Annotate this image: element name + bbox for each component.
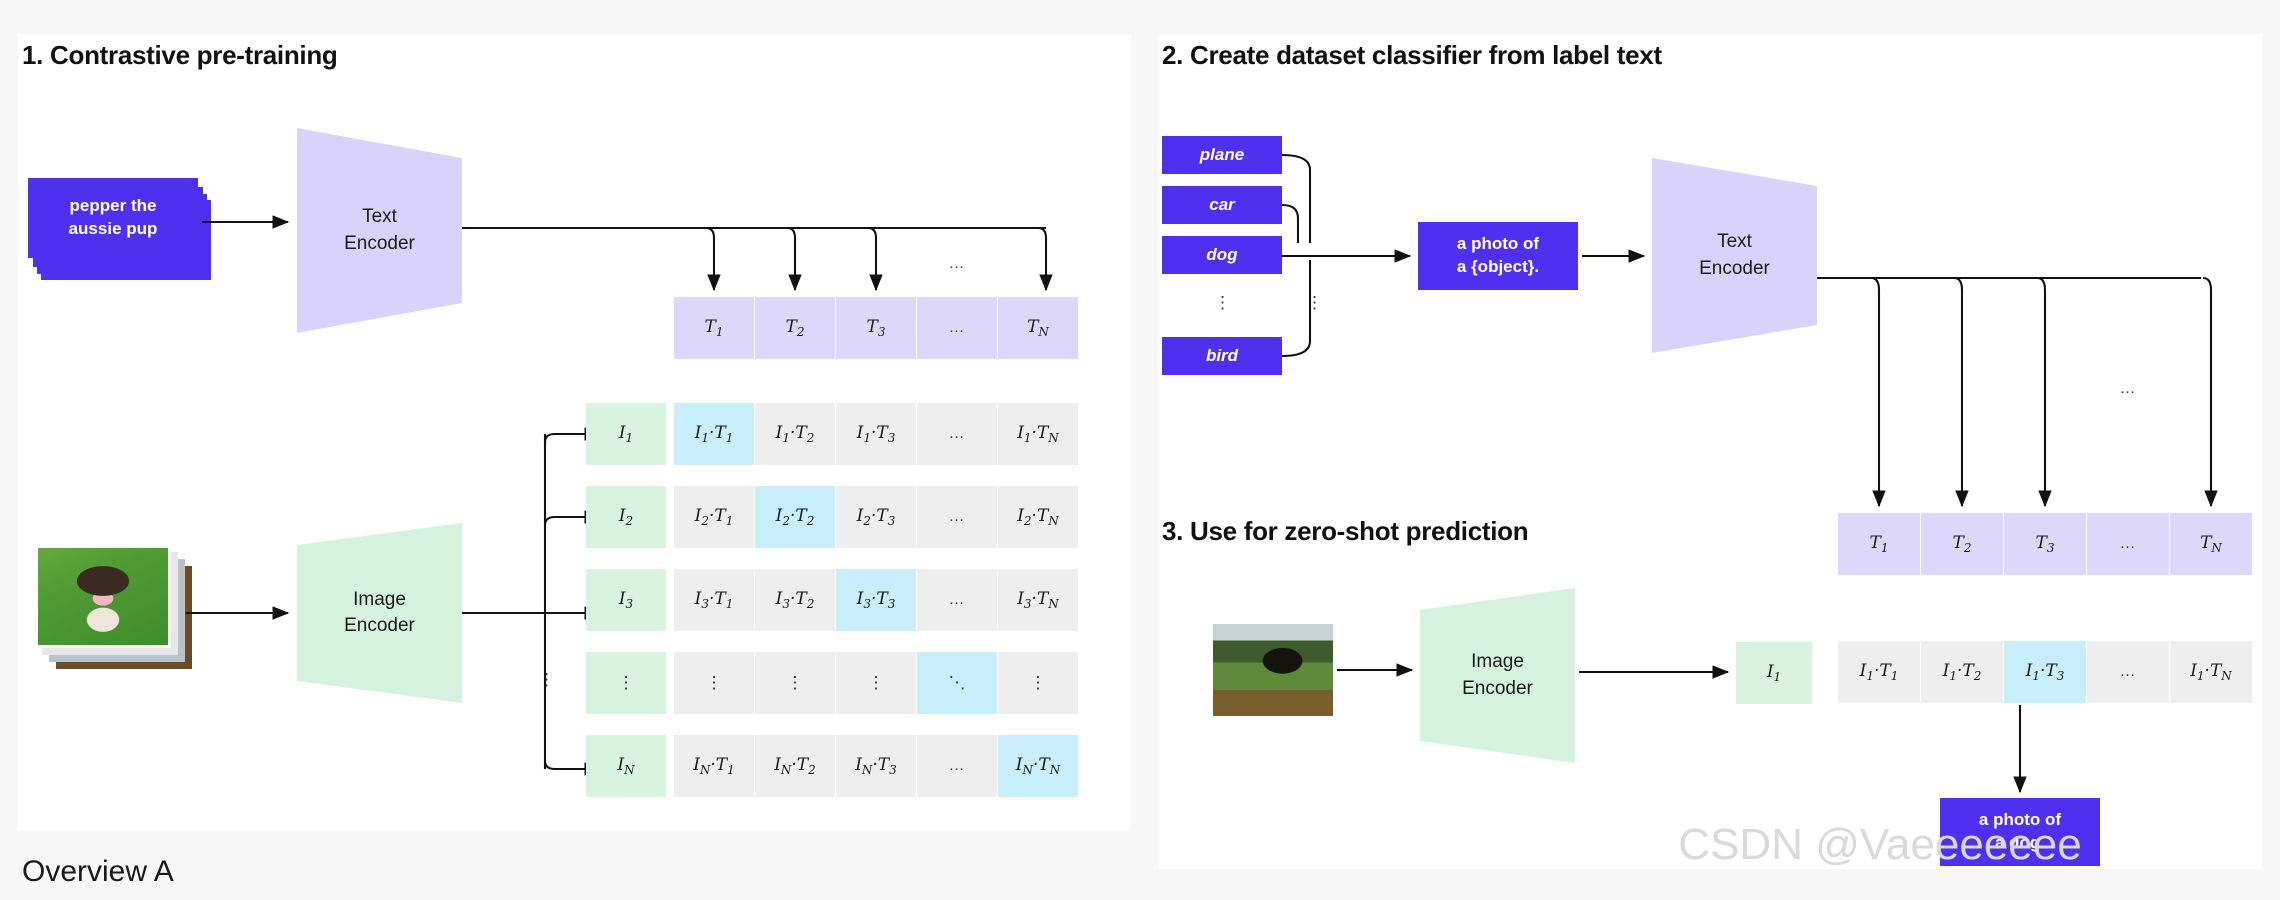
image-encoder-3-shape [1420, 588, 1575, 763]
t-row-top-dots: … [948, 255, 966, 272]
classifier-t-cell-2: T2 [1921, 513, 2003, 575]
matrix-cell-r5-c3: IN·T3 [836, 735, 916, 797]
classifier-t-cell-1: T1 [1838, 513, 1920, 575]
matrix-cell-r5-c4: … [917, 735, 997, 797]
score-cell-2: I1·T2 [1921, 641, 2003, 703]
matrix-cell-r5-c2: IN·T2 [755, 735, 835, 797]
label-chip-bird-text: bird [1205, 346, 1239, 365]
image-encoder-pretraining: Image Encoder [297, 523, 462, 703]
matrix-cell-r4-c5: ⋮ [998, 652, 1078, 714]
classifier-bus-dots: … [2119, 380, 2137, 397]
overview-label: Overview A [22, 855, 174, 888]
matrix-cell-r1-c4: … [917, 403, 997, 465]
matrix-cell-r1-c3: I1·T3 [836, 403, 916, 465]
t-cell-3: T3 [836, 297, 916, 359]
score-cell-3: I1·T3 [2004, 641, 2086, 703]
prompt-template-box: a photo of a {object}. [1418, 222, 1578, 290]
t-cell-dots: … [917, 297, 997, 359]
t-cell-2: T2 [755, 297, 835, 359]
caption-card-stack: pepper the aussie pup [28, 178, 213, 283]
label-list-vdots-right: ⋮ [1306, 293, 1323, 312]
matrix-cell-r3-c4: … [917, 569, 997, 631]
matrix-cell-r5-c1: IN·T1 [674, 735, 754, 797]
text-encoder-2-shape [1652, 158, 1817, 353]
score-cell-n: I1·TN [2170, 641, 2252, 703]
training-image-stack [35, 545, 195, 675]
label-chip-car-text: car [1209, 195, 1235, 214]
i-cell-3: I3 [586, 569, 666, 631]
caption-line-2: aussie pup [68, 219, 158, 238]
label-chip-dog-text: dog [1206, 245, 1238, 264]
label-chip-car[interactable]: car [1162, 186, 1282, 224]
matrix-cell-r3-c2: I3·T2 [755, 569, 835, 631]
matrix-cell-r4-c4: ⋱ [917, 652, 997, 714]
text-encoder-pretraining: Text Encoder [297, 128, 462, 333]
i-cell-1: I1 [586, 403, 666, 465]
caption-card-front: pepper the aussie pup [28, 178, 198, 258]
watermark: CSDN @Vaeeeeeee [1678, 820, 2082, 869]
classifier-t-cell-dots: … [2087, 513, 2169, 575]
matrix-cell-r2-c3: I2·T3 [836, 486, 916, 548]
t-cell-n: TN [998, 297, 1078, 359]
i-cell-2: I2 [586, 486, 666, 548]
label-list-vdots-left: ⋮ [1214, 293, 1231, 312]
image-encoder-prediction: Image Encoder [1420, 588, 1575, 763]
t-cell-1: T1 [674, 297, 754, 359]
matrix-cell-r3-c5: I3·TN [998, 569, 1078, 631]
classifier-t-cell-n: TN [2170, 513, 2252, 575]
text-encoder-classifier: Text Encoder [1652, 158, 1817, 353]
matrix-cell-r2-c4: … [917, 486, 997, 548]
training-image-front [35, 545, 171, 648]
label-chip-dog[interactable]: dog [1162, 236, 1282, 274]
matrix-cell-r2-c5: I2·TN [998, 486, 1078, 548]
matrix-cell-r2-c2: I2·T2 [755, 486, 835, 548]
matrix-cell-r3-c1: I3·T1 [674, 569, 754, 631]
label-chip-plane[interactable]: plane [1162, 136, 1282, 174]
matrix-cell-r4-c3: ⋮ [836, 652, 916, 714]
section-3-title: 3. Use for zero-shot prediction [1162, 516, 1529, 546]
i-cell-n: IN [586, 735, 666, 797]
matrix-cell-r5-c5: IN·TN [998, 735, 1078, 797]
score-cell-1: I1·T1 [1838, 641, 1920, 703]
label-chip-plane-text: plane [1199, 145, 1245, 164]
matrix-cell-r2-c1: I2·T1 [674, 486, 754, 548]
image-encoder-shape [297, 523, 462, 703]
i-cell-dots: ⋮ [586, 652, 666, 714]
label-chip-bird[interactable]: bird [1162, 337, 1282, 375]
classifier-t-cell-3: T3 [2004, 513, 2086, 575]
query-image [1213, 624, 1333, 716]
query-embedding-cell: I1 [1736, 642, 1812, 704]
prompt-line-1: a photo of [1456, 234, 1540, 254]
matrix-cell-r4-c2: ⋮ [755, 652, 835, 714]
section-1-title: 1. Contrastive pre-training [22, 40, 338, 70]
text-encoder-shape [297, 128, 462, 333]
matrix-cell-r1-c2: I1·T2 [755, 403, 835, 465]
matrix-cell-r1-c5: I1·TN [998, 403, 1078, 465]
prompt-line-2: a {object}. [1456, 257, 1540, 276]
matrix-cell-r3-c3: I3·T3 [836, 569, 916, 631]
score-cell-dots: … [2087, 641, 2169, 703]
section-2-title: 2. Create dataset classifier from label … [1162, 40, 1662, 70]
i-column-vdots: ⋮ [538, 670, 555, 689]
matrix-cell-r1-c1: I1·T1 [674, 403, 754, 465]
caption-line-1: pepper the [69, 196, 157, 216]
matrix-cell-r4-c1: ⋮ [674, 652, 754, 714]
